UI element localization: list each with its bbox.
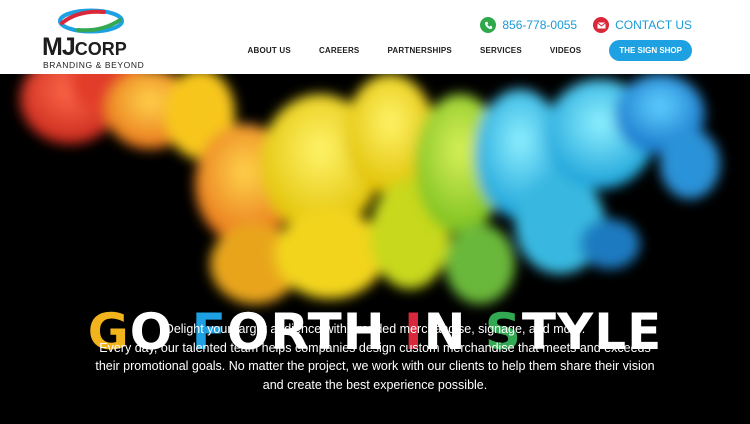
nav-item-partnerships[interactable]: PARTNERSHIPS (387, 46, 451, 55)
logo-swoosh-icon (58, 8, 124, 34)
sign-shop-button[interactable]: THE SIGN SHOP (609, 39, 692, 61)
hero-line-2: Every day, our talented team helps compa… (95, 340, 655, 392)
nav-item-about-us[interactable]: ABOUT US (248, 46, 291, 55)
logo[interactable]: MJCORP BRANDING & BEYOND (40, 8, 150, 70)
phone-link[interactable]: 856-778-0055 (480, 17, 577, 33)
site-header: MJCORP BRANDING & BEYOND 856-778-0055 CO… (0, 0, 750, 74)
nav-item-videos[interactable]: VIDEOS (550, 46, 581, 55)
phone-number: 856-778-0055 (502, 18, 578, 32)
logo-tagline: BRANDING & BEYOND (43, 60, 145, 70)
main-nav: ABOUT US CAREERS PARTNERSHIPS SERVICES V… (220, 39, 692, 61)
logo-corp: CORP (74, 39, 127, 59)
logo-wordmark: MJCORP (42, 34, 127, 62)
mail-icon (593, 17, 610, 33)
contact-row: 856-778-0055 CONTACT US (464, 15, 692, 35)
contact-us-link[interactable]: CONTACT US (593, 17, 692, 33)
nav-item-services[interactable]: SERVICES (480, 46, 522, 55)
contact-us-label: CONTACT US (615, 18, 692, 32)
nav-item-careers[interactable]: CAREERS (319, 46, 360, 55)
phone-icon (480, 17, 497, 33)
hero-description: Delight your target audience with brande… (95, 320, 655, 394)
hero-line-1: Delight your target audience with brande… (164, 322, 586, 336)
logo-mj: MJ (42, 33, 76, 61)
